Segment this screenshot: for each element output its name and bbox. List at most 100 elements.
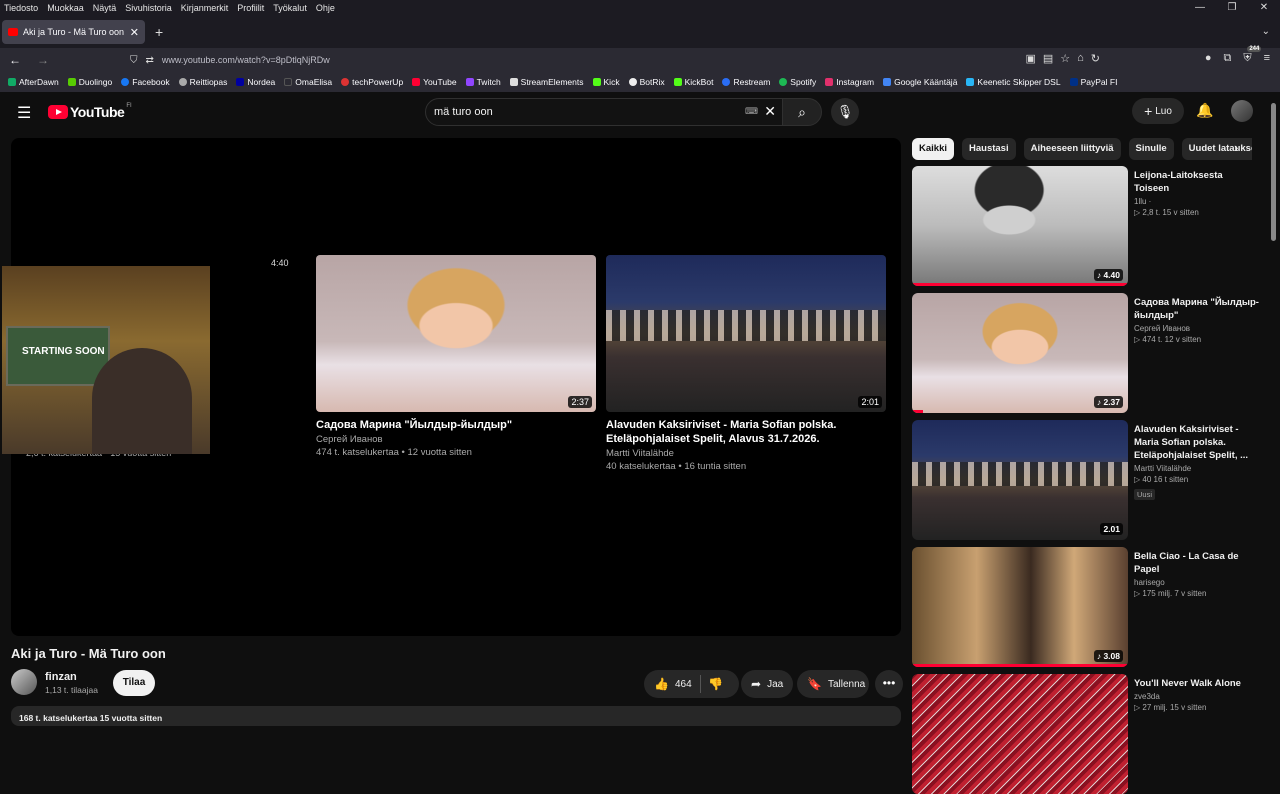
bookmark-paypal[interactable]: PayPal FI: [1070, 77, 1118, 87]
bookmark-omaelisa[interactable]: OmaElisa: [284, 77, 332, 87]
page-action-icons: ▣ ▤ ☆ ⌂ ↻: [1025, 52, 1100, 65]
recommendation-item[interactable]: You'll Never Walk Alone zve3da ▷ 27 milj…: [912, 674, 1268, 794]
screenshot-icon[interactable]: ▣: [1025, 52, 1035, 65]
keyboard-icon[interactable]: ⌨: [745, 106, 758, 117]
bookmark-google-translate[interactable]: Google Kääntäjä: [883, 77, 957, 87]
chip-from-search[interactable]: Haustasi: [962, 138, 1016, 160]
chip-recently-uploaded[interactable]: Uudet lataukset: [1182, 138, 1252, 160]
recommendation-item[interactable]: ♪ 4.40 Leijona-Laitoksesta Toiseen 1llu …: [912, 166, 1268, 286]
bookmark-reittiopas[interactable]: Reittiopas: [179, 77, 228, 87]
bookmark-kick[interactable]: Kick: [593, 77, 620, 87]
recommendation-item[interactable]: ♪ 2.37 Садова Марина "Йылдыр-йылдыр" Сер…: [912, 293, 1268, 413]
create-button[interactable]: + Luo: [1132, 98, 1184, 124]
bookmark-instagram[interactable]: Instagram: [825, 77, 874, 87]
bookmark-facebook[interactable]: Facebook: [121, 77, 169, 87]
google-translate-icon: [883, 78, 891, 86]
bookmark-restream[interactable]: Restream: [722, 77, 770, 87]
minimize-button[interactable]: —: [1184, 0, 1216, 16]
bookmark-twitch[interactable]: Twitch: [466, 77, 501, 87]
reload-icon[interactable]: ↻: [1091, 52, 1100, 65]
back-button[interactable]: ←: [4, 53, 26, 67]
recommendation-title: You'll Never Walk Alone: [1134, 677, 1260, 690]
save-button[interactable]: 🔖 Tallenna: [797, 670, 869, 698]
ublock-icon[interactable]: ⛨244: [1243, 52, 1251, 65]
menu-profiles[interactable]: Profiilit: [233, 3, 269, 13]
permissions-icon[interactable]: ⇄: [146, 55, 154, 66]
botrix-icon: [629, 78, 637, 86]
recommendation-item[interactable]: ♪ 3.08 Bella Ciao - La Casa de Papel har…: [912, 547, 1268, 667]
bookmark-afterdawn[interactable]: AfterDawn: [8, 77, 59, 87]
kick-icon: [593, 78, 601, 86]
browser-tab[interactable]: Aki ja Turo - Mä Turo oon - YouTube ✕: [2, 20, 145, 44]
account-icon[interactable]: ●: [1205, 52, 1212, 65]
voice-search-button[interactable]: 🎙: [831, 98, 859, 126]
menu-history[interactable]: Sivuhistoria: [121, 3, 177, 13]
bookmark-duolingo[interactable]: Duolingo: [68, 77, 113, 87]
bookmark-icon: 🔖: [807, 677, 822, 691]
bookmark-youtube[interactable]: YouTube: [412, 77, 456, 87]
url-bar[interactable]: ⛉ ⇄ www.youtube.com/watch?v=8pDtlqNjRDw: [130, 50, 980, 70]
shield-icon[interactable]: ⛉: [130, 55, 138, 66]
menu-tools[interactable]: Työkalut: [269, 3, 312, 13]
endscreen-title: Садова Марина "Йылдыр-йылдыр": [316, 418, 596, 432]
share-button[interactable]: ➦ Jaa: [741, 670, 793, 698]
more-actions-button[interactable]: •••: [875, 670, 903, 698]
instagram-icon: [825, 78, 833, 86]
menu-bookmarks[interactable]: Kirjanmerkit: [177, 3, 234, 13]
app-menu-icon[interactable]: ≡: [1264, 52, 1270, 65]
duration-badge: ♪ 2.37: [1094, 396, 1123, 408]
restore-button[interactable]: ❐: [1216, 0, 1248, 16]
clear-search-icon[interactable]: ✕: [764, 103, 776, 120]
list-tabs-chevron-icon[interactable]: ⌄: [1262, 26, 1270, 37]
streamelements-icon: [510, 78, 518, 86]
chip-related[interactable]: Aiheeseen liittyviä: [1024, 138, 1121, 160]
watch-progress-bar: [912, 664, 1128, 667]
menu-hamburger-icon[interactable]: ☰: [17, 103, 31, 123]
bookmark-techpowerup[interactable]: techPowerUp: [341, 77, 403, 87]
bookmark-spotify[interactable]: Spotify: [779, 77, 816, 87]
new-tab-button[interactable]: +: [155, 24, 163, 40]
plus-icon: +: [1144, 103, 1152, 119]
forward-button[interactable]: →: [32, 53, 54, 67]
subscribe-button[interactable]: Tilaa: [113, 670, 155, 696]
home-icon[interactable]: ⌂: [1077, 52, 1084, 65]
bookmark-streamelements[interactable]: StreamElements: [510, 77, 584, 87]
spotify-icon: [779, 78, 787, 86]
bookmark-kickbot[interactable]: KickBot: [674, 77, 714, 87]
chip-all[interactable]: Kaikki: [912, 138, 954, 160]
chevron-right-icon[interactable]: ›: [1234, 140, 1238, 155]
notifications-bell-icon[interactable]: 🔔: [1196, 102, 1213, 119]
like-count[interactable]: 464: [675, 679, 692, 690]
recommendation-item[interactable]: 2.01 Alavuden Kaksiriviset - Maria Sofia…: [912, 420, 1268, 540]
extensions-icon[interactable]: ⧉: [1223, 52, 1231, 65]
reader-view-icon[interactable]: ▤: [1043, 52, 1053, 65]
bookmark-keenetic[interactable]: Keenetic Skipper DSL: [966, 77, 1060, 87]
bookmark-botrix[interactable]: BotRix: [629, 77, 665, 87]
thumbs-up-icon[interactable]: 👍: [654, 677, 669, 691]
close-tab-icon[interactable]: ✕: [130, 26, 139, 39]
endscreen-card[interactable]: 2:01 Alavuden Kaksiriviset - Maria Sofia…: [606, 255, 886, 472]
search-button[interactable]: ⌕: [782, 98, 822, 126]
endscreen-card[interactable]: 2:37 Садова Марина "Йылдыр-йылдыр" Серге…: [316, 255, 596, 458]
channel-avatar[interactable]: [11, 669, 37, 695]
description-box[interactable]: 168 t. katselukertaa 15 vuotta sitten: [11, 706, 901, 726]
menu-view[interactable]: Näytä: [89, 3, 122, 13]
poster-caption: STARTING SOON: [22, 346, 105, 357]
recommendation-info: Садова Марина "Йылдыр-йылдыр" Сергей Ива…: [1134, 296, 1260, 344]
page-scrollbar[interactable]: [1271, 103, 1276, 241]
duration-badge: 2.01: [1100, 523, 1123, 535]
youtube-logo[interactable]: YouTube FI: [48, 104, 132, 120]
endscreen-meta: 40 katselukertaa • 16 tuntia sitten: [606, 461, 886, 472]
menu-edit[interactable]: Muokkaa: [43, 3, 89, 13]
channel-name[interactable]: finzan: [45, 671, 77, 683]
bookmark-star-icon[interactable]: ☆: [1060, 52, 1070, 65]
bookmark-nordea[interactable]: Nordea: [236, 77, 275, 87]
thumbs-down-icon[interactable]: 👎: [708, 677, 723, 691]
menu-file[interactable]: Tiedosto: [0, 3, 43, 13]
user-avatar[interactable]: [1231, 100, 1253, 122]
close-window-button[interactable]: ✕: [1248, 0, 1280, 16]
filter-chips: Kaikki Haustasi Aiheeseen liittyviä Sinu…: [912, 138, 1252, 160]
menu-help[interactable]: Ohje: [312, 3, 340, 13]
chip-for-you[interactable]: Sinulle: [1129, 138, 1174, 160]
search-input[interactable]: mä turo oon ⌨ ✕: [425, 98, 785, 126]
